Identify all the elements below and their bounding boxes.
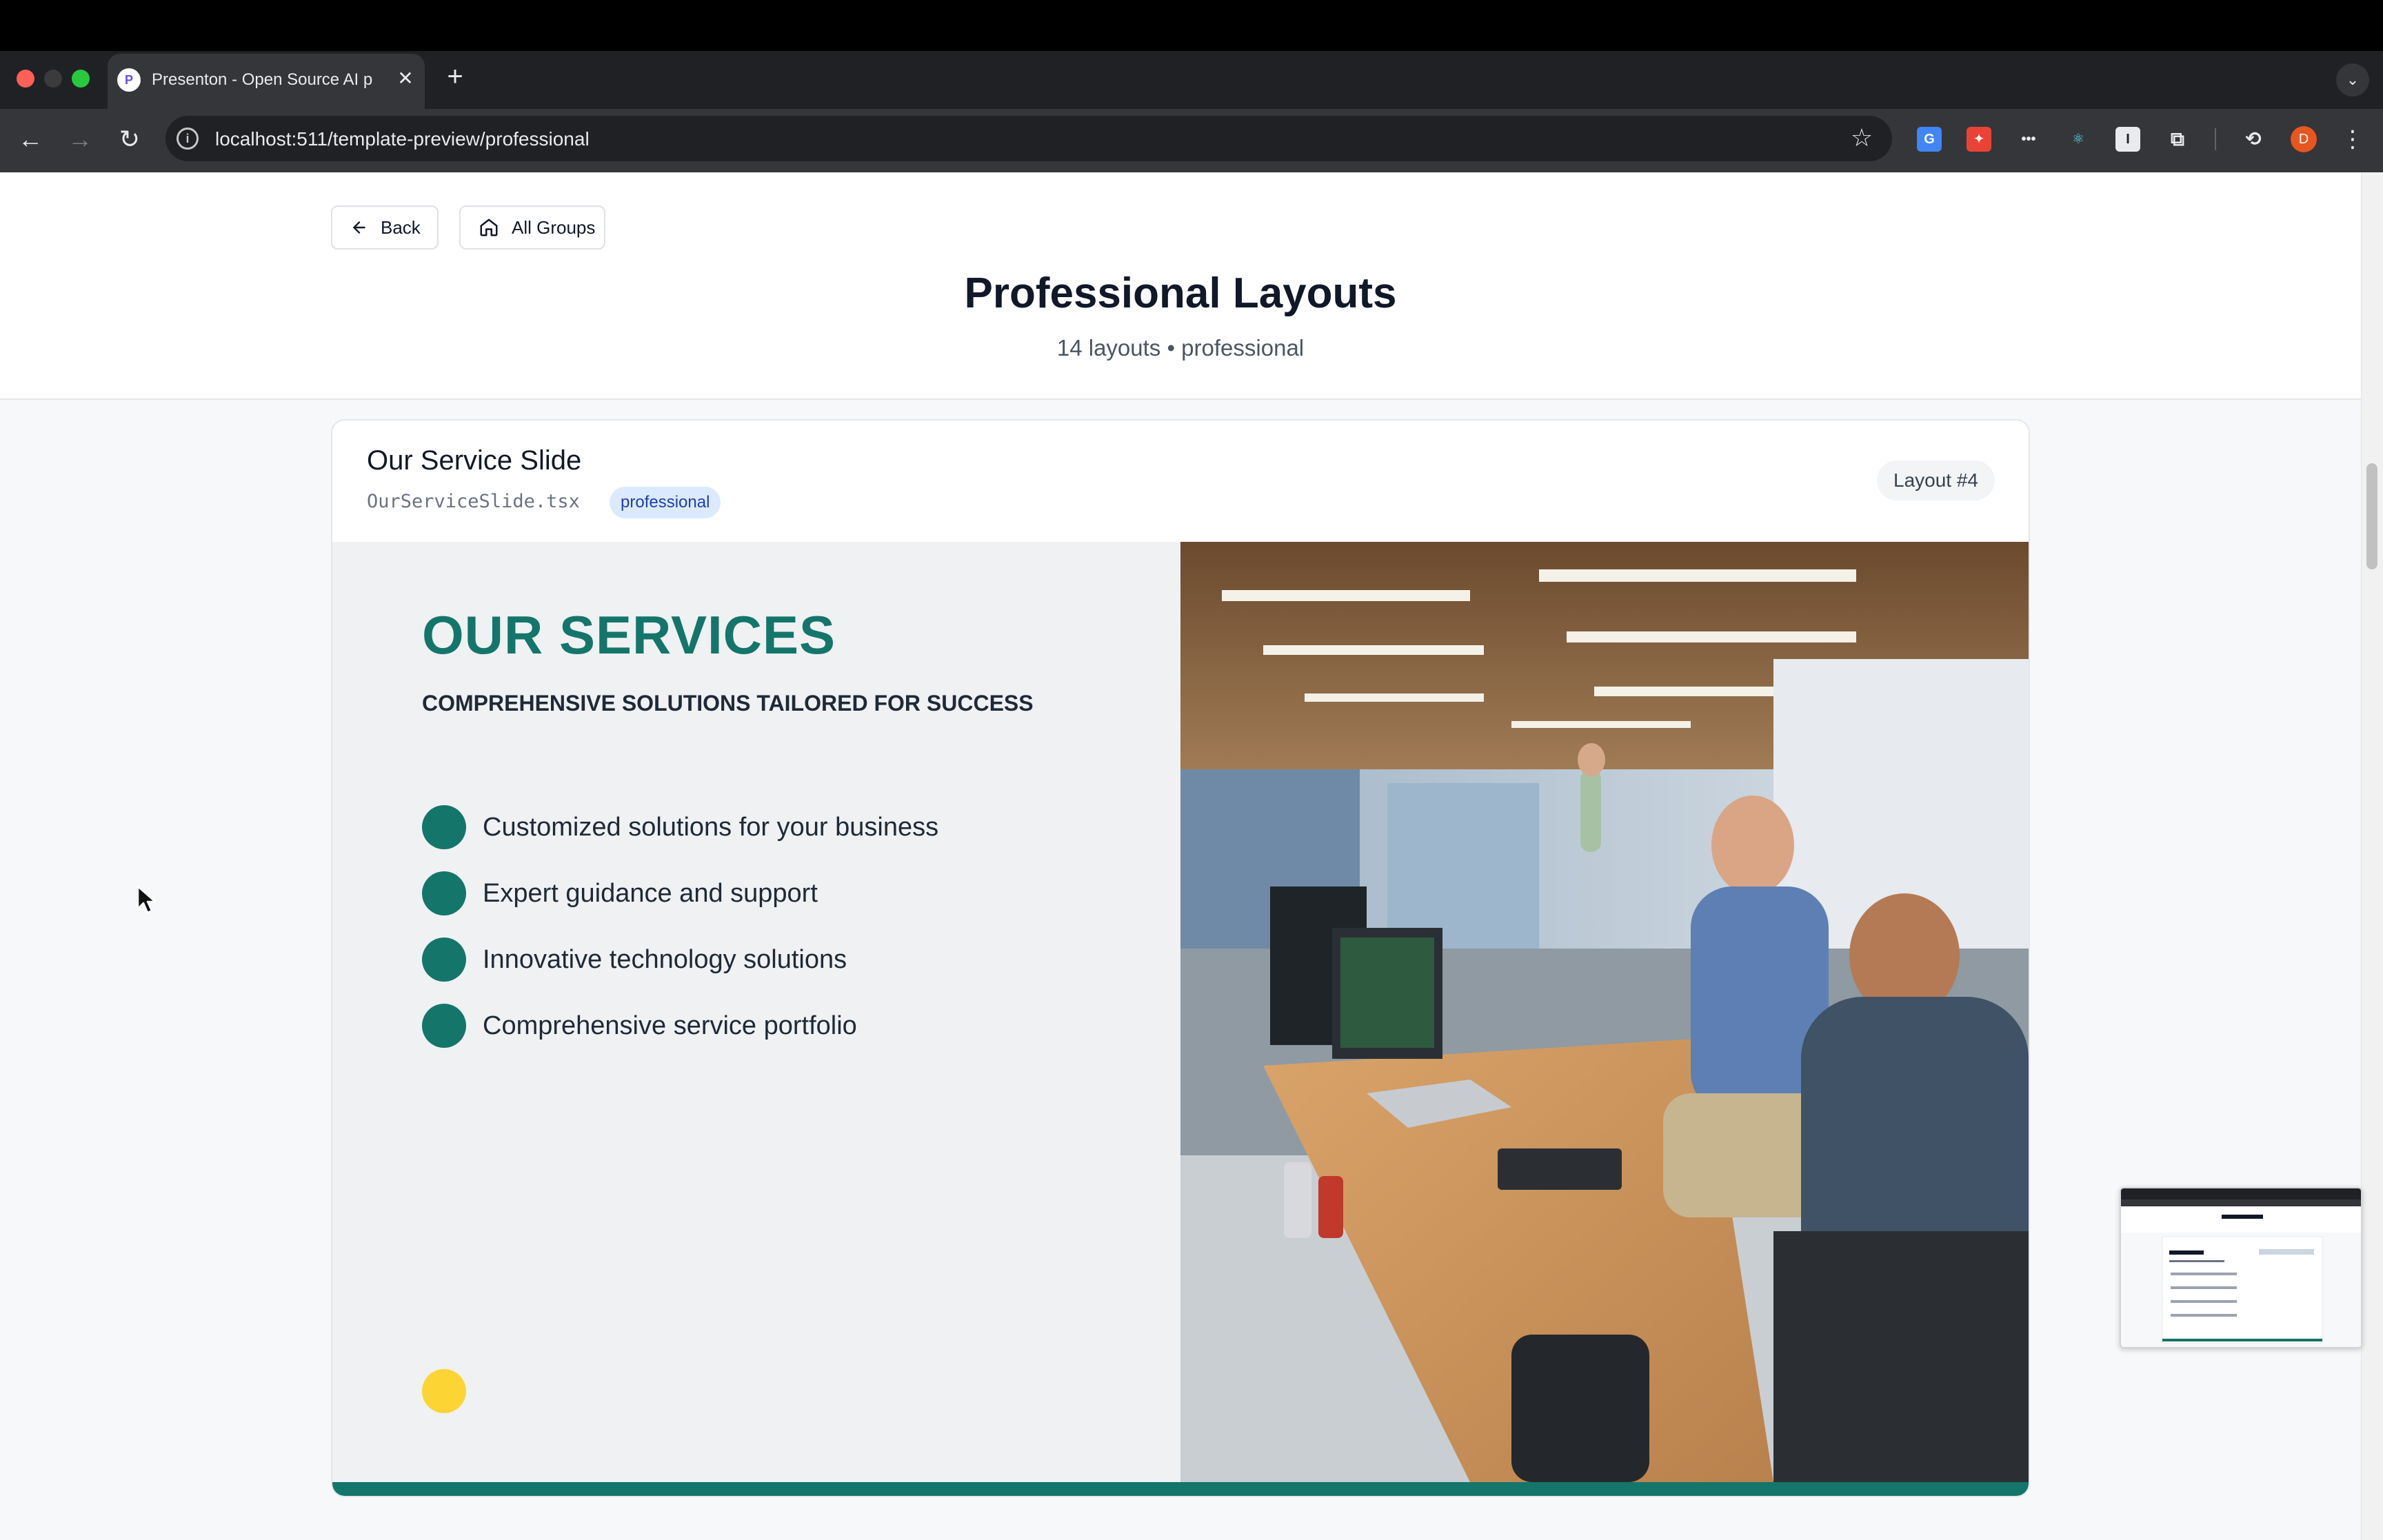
window-minimize-button[interactable] bbox=[44, 70, 62, 88]
dots-icon[interactable]: ••• bbox=[2016, 127, 2041, 152]
all-groups-button-label: All Groups bbox=[512, 216, 596, 238]
slide-preview: OUR SERVICES COMPREHENSIVE SOLUTIONS TAI… bbox=[332, 542, 2029, 1496]
thumbnail-preview-illustration bbox=[2121, 1188, 2361, 1347]
bullet-item: Customized solutions for your business bbox=[422, 805, 1112, 849]
layout-file-name: OurServiceSlide.tsx bbox=[367, 491, 580, 512]
bullet-dot bbox=[422, 938, 466, 982]
back-arrow-icon[interactable]: ← bbox=[14, 123, 47, 156]
page-header: Back All Groups Professional Layouts 14 … bbox=[0, 172, 2361, 400]
office-photo-illustration bbox=[1180, 542, 2029, 1482]
window-close-button[interactable] bbox=[17, 70, 34, 88]
menu-bar-area bbox=[0, 0, 2383, 51]
browser-menu-icon[interactable]: ⋮ bbox=[2339, 123, 2366, 156]
back-button-label: Back bbox=[381, 216, 421, 238]
bullet-list: Customized solutions for your business E… bbox=[422, 805, 1112, 1070]
tab-search-chevron-icon[interactable]: ⌄ bbox=[2336, 63, 2369, 97]
address-url[interactable]: localhost:511/template-preview/professio… bbox=[215, 127, 1801, 152]
bullet-dot bbox=[422, 805, 466, 849]
tab-close-icon[interactable]: ✕ bbox=[394, 68, 416, 90]
bullet-item: Expert guidance and support bbox=[422, 871, 1112, 915]
back-button[interactable]: Back bbox=[331, 205, 439, 250]
group-tag: professional bbox=[610, 487, 721, 518]
translate-icon[interactable]: G bbox=[1917, 127, 1942, 152]
office-team-photo bbox=[1180, 542, 2029, 1482]
layout-card-title: Our Service Slide bbox=[367, 445, 582, 476]
page-scrollbar-thumb[interactable] bbox=[2366, 463, 2377, 569]
tab-title[interactable]: Presenton - Open Source AI p bbox=[152, 69, 386, 91]
bookmark-star-icon[interactable]: ☆ bbox=[1848, 124, 1876, 152]
picture-in-picture-thumbnail[interactable] bbox=[2120, 1187, 2362, 1348]
reload-icon[interactable]: ↻ bbox=[113, 123, 146, 156]
bullet-text: Innovative technology solutions bbox=[483, 944, 847, 974]
page-title: Professional Layouts bbox=[964, 270, 1397, 317]
slide-heading: OUR SERVICES bbox=[422, 605, 836, 665]
forward-arrow-icon[interactable]: → bbox=[63, 123, 97, 156]
home-icon bbox=[480, 219, 498, 236]
bullet-item: Innovative technology solutions bbox=[422, 938, 1112, 982]
slide-subheading: COMPREHENSIVE SOLUTIONS TAILORED FOR SUC… bbox=[422, 691, 1034, 716]
rocket-icon[interactable]: ✦ bbox=[1967, 127, 1991, 152]
decorative-yellow-dot bbox=[422, 1369, 466, 1413]
window-zoom-button[interactable] bbox=[72, 70, 90, 88]
arrow-left-icon bbox=[353, 221, 365, 234]
all-groups-button[interactable]: All Groups bbox=[459, 205, 605, 250]
tab-favicon-icon: P bbox=[117, 68, 141, 92]
bullet-text: Comprehensive service portfolio bbox=[483, 1011, 857, 1040]
site-info-icon[interactable]: i bbox=[177, 128, 199, 150]
page-subtitle: 14 layouts • professional bbox=[1056, 335, 1305, 361]
new-tab-icon[interactable]: + bbox=[441, 63, 469, 91]
bullet-text: Customized solutions for your business bbox=[483, 812, 939, 842]
bullet-item: Comprehensive service portfolio bbox=[422, 1004, 1112, 1048]
text-i-icon[interactable]: I bbox=[2115, 127, 2140, 152]
mouse-cursor-icon bbox=[137, 885, 157, 914]
slide-accent-bar bbox=[332, 1482, 2029, 1496]
layout-number-badge: Layout #4 bbox=[1877, 460, 1995, 500]
react-icon[interactable]: ⚛ bbox=[2066, 127, 2091, 152]
layout-card: Our Service Slide OurServiceSlide.tsx pr… bbox=[331, 419, 2030, 1497]
toolbar-divider bbox=[2215, 128, 2216, 150]
bullet-dot bbox=[422, 1004, 466, 1048]
bullet-text: Expert guidance and support bbox=[483, 878, 818, 908]
puzzle-icon[interactable]: ⧉ bbox=[2165, 127, 2190, 152]
profile-avatar[interactable]: D bbox=[2291, 126, 2317, 152]
slide-text-panel: OUR SERVICES COMPREHENSIVE SOLUTIONS TAI… bbox=[332, 542, 1180, 1482]
sync-icon[interactable]: ⟲ bbox=[2241, 127, 2266, 152]
bullet-dot bbox=[422, 871, 466, 915]
page-viewport: Back All Groups Professional Layouts 14 … bbox=[0, 172, 2361, 1540]
page-scrollbar[interactable] bbox=[2361, 172, 2383, 1540]
